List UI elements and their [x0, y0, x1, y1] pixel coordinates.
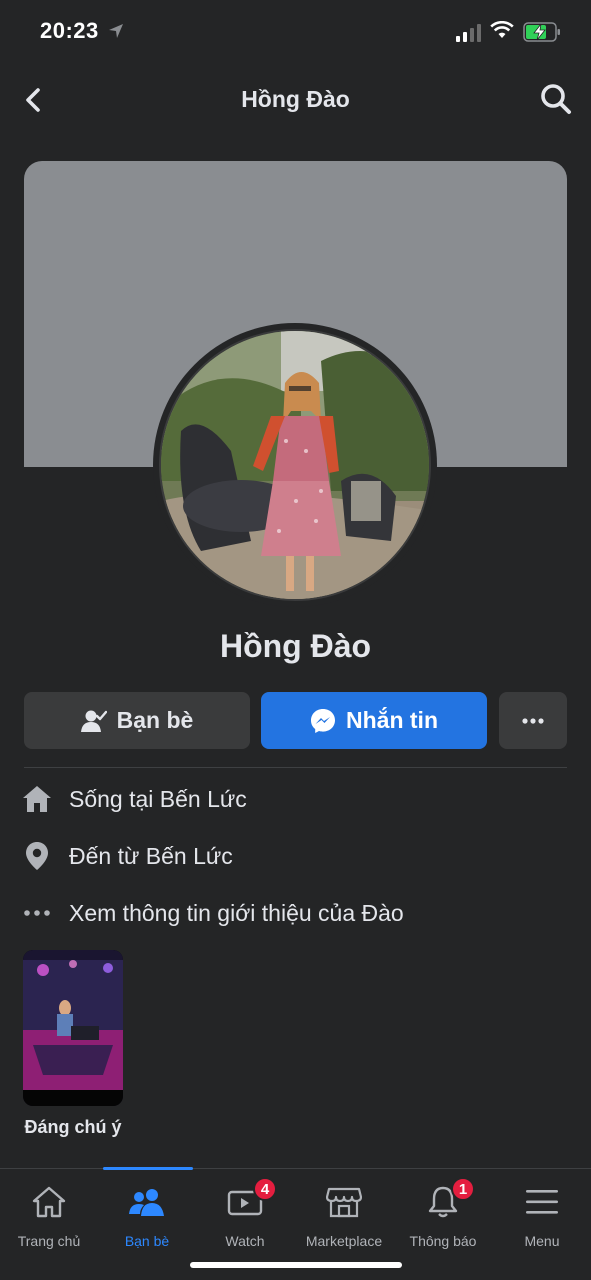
friend-check-icon [80, 710, 107, 732]
cellular-signal-icon [456, 24, 481, 42]
nav-notifications[interactable]: 1 Thông báo [394, 1169, 492, 1255]
wifi-icon [490, 21, 514, 38]
marketplace-icon [324, 1183, 364, 1221]
intro-text: Đến từ [69, 842, 146, 869]
intro-link[interactable]: Bến Lức [160, 786, 247, 813]
home-icon [22, 784, 52, 814]
messenger-icon [311, 708, 335, 733]
intro-text: Sống tại [69, 785, 160, 812]
intro-lives-in[interactable]: Sống tại Bến Lức [22, 779, 247, 819]
top-header: Hồng Đào [0, 62, 591, 138]
nav-label: Marketplace [305, 1233, 383, 1249]
featured-thumbnail [23, 950, 123, 1106]
friends-button-label: Bạn bè [116, 707, 194, 733]
intro-link[interactable]: Bến Lức [146, 843, 233, 870]
nav-label: Trang chủ [17, 1233, 81, 1249]
search-icon[interactable] [539, 82, 573, 116]
bell-icon: 1 [423, 1177, 475, 1221]
profile-photo-image [161, 331, 429, 599]
featured-highlight[interactable] [23, 950, 123, 1106]
notification-badge: 1 [451, 1177, 475, 1201]
nav-label: Watch [225, 1233, 265, 1249]
nav-watch[interactable]: 4 Watch [196, 1169, 294, 1255]
more-options-button[interactable] [499, 692, 567, 749]
nav-label: Thông báo [409, 1233, 477, 1249]
more-dots-icon [22, 898, 52, 928]
profile-name: Hồng Đào [219, 628, 372, 664]
nav-home[interactable]: Trang chủ [0, 1169, 98, 1255]
intro-from[interactable]: Đến từ Bến Lức [22, 836, 233, 876]
nav-menu[interactable]: Menu [493, 1169, 591, 1255]
notification-badge: 4 [253, 1177, 277, 1201]
more-dots-icon [522, 717, 544, 724]
status-bar: 20:23 [0, 0, 591, 62]
intro-text: Xem thông tin giới thiệu của Đào [69, 899, 404, 926]
profile-picture[interactable] [153, 323, 437, 607]
watch-icon: 4 [225, 1177, 277, 1221]
nav-friends[interactable]: Bạn bè [98, 1169, 196, 1255]
avatar [159, 329, 431, 601]
home-indicator[interactable] [190, 1262, 402, 1268]
divider [24, 767, 567, 768]
home-icon [29, 1183, 69, 1221]
message-button-label: Nhắn tin [346, 707, 438, 733]
battery-charging-icon [523, 22, 560, 42]
message-button[interactable]: Nhắn tin [261, 692, 487, 749]
page-title: Hồng Đào [241, 86, 350, 112]
location-pin-icon [22, 841, 52, 871]
intro-see-about[interactable]: Xem thông tin giới thiệu của Đào [22, 893, 404, 933]
nav-label: Menu [524, 1233, 560, 1249]
nav-marketplace[interactable]: Marketplace [295, 1169, 393, 1255]
featured-label: Đáng chú ý [24, 1117, 122, 1137]
menu-icon [522, 1183, 562, 1221]
nav-label: Bạn bè [124, 1233, 170, 1249]
location-arrow-icon [109, 24, 123, 38]
status-time: 20:23 [40, 18, 99, 43]
friends-icon [127, 1183, 167, 1221]
friends-button[interactable]: Bạn bè [24, 692, 250, 749]
